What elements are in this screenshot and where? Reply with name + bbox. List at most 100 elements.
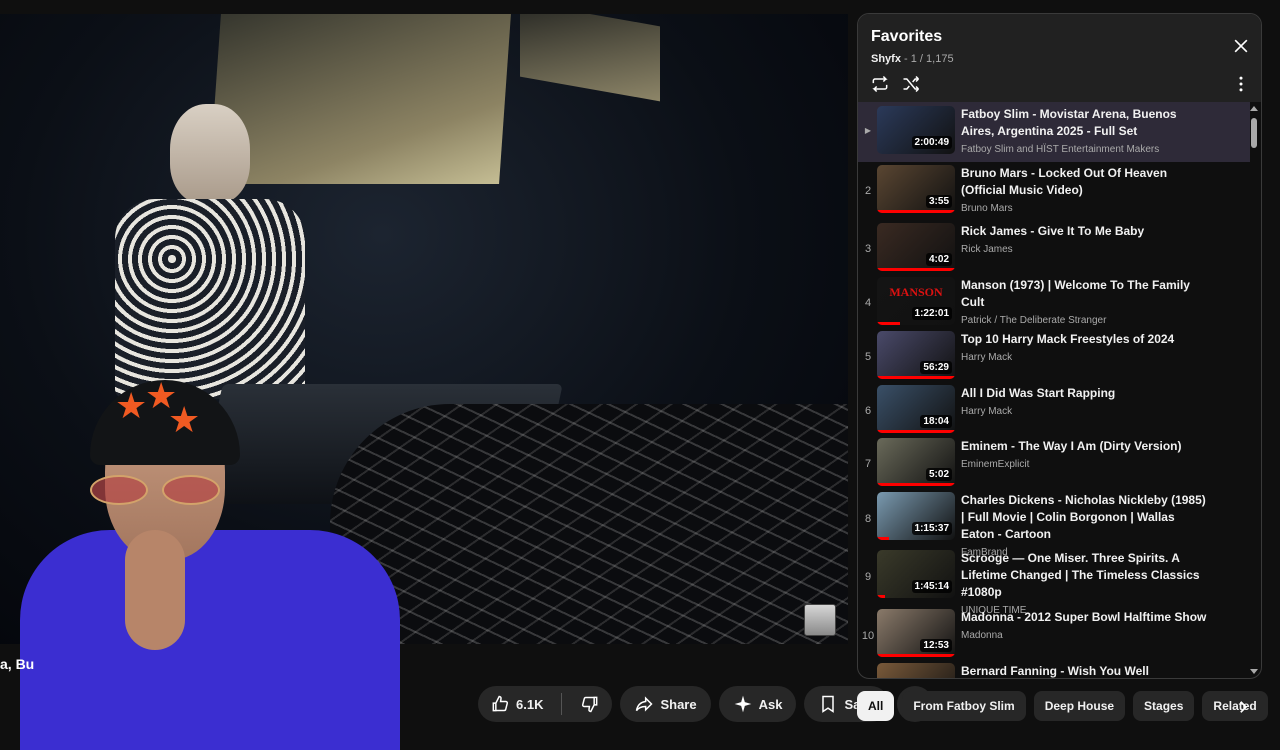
video-title-peek: a, Bu: [0, 656, 35, 672]
playlist-item-index: 7: [864, 458, 872, 470]
playlist-item-channel: Bruno Mars: [961, 203, 1013, 214]
close-icon: [1234, 39, 1248, 53]
playlist-item-info: Charles Dickens - Nicholas Nickleby (198…: [961, 492, 1209, 558]
playlist-item-channel: Patrick / The Deliberate Stranger: [961, 315, 1107, 326]
like-button[interactable]: 6.1K: [478, 686, 555, 722]
share-icon: [636, 696, 654, 712]
playlist-menu-button[interactable]: [1227, 70, 1255, 98]
playlist-item-channel: Fatboy Slim and HÏST Entertainment Maker…: [961, 144, 1160, 155]
like-dislike-group: 6.1K: [478, 686, 613, 722]
playlist-item-info: All I Did Was Start Rapping Harry Mack: [961, 385, 1209, 417]
watch-progress-bar: [877, 537, 889, 540]
dislike-button[interactable]: [568, 686, 612, 722]
playlist-item-title[interactable]: Eminem - The Way I Am (Dirty Version): [961, 438, 1209, 455]
playlist-item-index: 5: [864, 351, 872, 363]
more-vertical-icon: [1239, 76, 1243, 92]
playlist-item-index: 10: [861, 630, 875, 642]
like-count: 6.1K: [516, 696, 544, 712]
playlist-item-info: Bruno Mars - Locked Out Of Heaven (Offic…: [961, 165, 1209, 214]
bookmark-icon: [822, 695, 835, 713]
duration-badge: 12:53: [920, 639, 952, 652]
playlist-item-title[interactable]: Manson (1973) | Welcome To The Family Cu…: [961, 277, 1209, 311]
scrollbar-thumb[interactable]: [1251, 118, 1257, 148]
playlist-item-title[interactable]: Madonna - 2012 Super Bowl Halftime Show: [961, 609, 1209, 626]
playlist-item-title[interactable]: Fatboy Slim - Movistar Arena, Buenos Air…: [961, 106, 1209, 140]
video-thumbnail[interactable]: 1:15:37: [877, 492, 955, 540]
playlist-item-channel: Rick James: [961, 244, 1013, 255]
playlist-item-channel: Madonna: [961, 630, 1003, 641]
playlist-item-info: Eminem - The Way I Am (Dirty Version) Emi…: [961, 438, 1209, 470]
duration-badge: 1:22:01: [911, 307, 952, 320]
chip-stages[interactable]: Stages: [1133, 691, 1195, 721]
video-thumbnail[interactable]: 1:45:14: [877, 550, 955, 598]
thumbs-up-icon: [492, 695, 509, 712]
playlist-title: Favorites: [871, 28, 943, 45]
now-playing-icon: ▶: [864, 126, 872, 135]
share-label: Share: [660, 696, 697, 712]
video-thumbnail[interactable]: 12:53: [877, 609, 955, 657]
watch-progress-bar: [877, 268, 955, 271]
related-chips: All From Fatboy Slim Deep House Stages Relat…: [857, 691, 1268, 721]
playlist-item-title[interactable]: Top 10 Harry Mack Freestyles of 2024: [961, 331, 1209, 348]
video-thumbnail[interactable]: 18:04: [877, 385, 955, 433]
loop-button[interactable]: [866, 70, 894, 98]
video-thumbnail[interactable]: 2:00:49: [877, 106, 955, 154]
duration-badge: 56:29: [920, 361, 952, 374]
playlist-item-title[interactable]: All I Did Was Start Rapping: [961, 385, 1209, 402]
scroll-down-arrow-icon[interactable]: [1250, 669, 1258, 674]
playlist-item-channel: Harry Mack: [961, 352, 1013, 363]
playlist-owner[interactable]: Shyfx: [871, 53, 901, 65]
ask-button[interactable]: Ask: [718, 686, 797, 722]
playlist-item-title[interactable]: Bruno Mars - Locked Out Of Heaven (Offic…: [961, 165, 1209, 199]
playlist-item-info: Scrooge — One Miser. Three Spirits. A Li…: [961, 550, 1209, 616]
playlist-meta: Shyfx - 1 / 1,175: [871, 53, 954, 65]
playlist-item-index: 9: [864, 571, 872, 583]
close-playlist-button[interactable]: [1227, 32, 1255, 60]
watch-progress-bar: [877, 595, 885, 598]
playlist-item-index: 4: [864, 297, 872, 309]
loop-icon: [872, 75, 888, 93]
playlist-item-index: 8: [864, 513, 872, 525]
playlist-panel: Favorites Shyfx - 1 / 1,175 ▶ 2:00:49 Fatb…: [857, 13, 1262, 679]
duration-badge: 1:45:14: [911, 580, 952, 593]
star-icon: ★: [115, 385, 148, 426]
playlist-item-title[interactable]: Scrooge — One Miser. Three Spirits. A Li…: [961, 550, 1209, 601]
stage-cables: [330, 404, 848, 644]
playlist-item-title[interactable]: Bernard Fanning - Wish You Well: [961, 663, 1209, 678]
video-thumbnail[interactable]: [877, 663, 955, 678]
playlist-item-index: 3: [864, 243, 872, 255]
playlist-position: - 1 / 1,175: [900, 53, 954, 65]
playlist-header: Favorites Shyfx - 1 / 1,175: [858, 14, 1261, 102]
chip-deep-house[interactable]: Deep House: [1033, 691, 1126, 721]
chip-from-fatboy-slim[interactable]: From Fatboy Slim: [902, 691, 1026, 721]
video-thumbnail[interactable]: MANSON 1:22:01: [877, 277, 955, 325]
watch-progress-bar: [877, 654, 955, 657]
chip-all[interactable]: All: [857, 691, 895, 721]
video-thumbnail[interactable]: 5:02: [877, 438, 955, 486]
video-thumbnail[interactable]: 3:55: [877, 165, 955, 213]
watch-progress-bar: [877, 376, 955, 379]
streamer-overlay: ★ ★ ★: [20, 378, 400, 750]
playlist-item-channel: Harry Mack: [961, 406, 1013, 417]
duration-badge: 18:04: [920, 415, 952, 428]
dj-figure: [115, 104, 325, 404]
playlist-item-info: Manson (1973) | Welcome To The Family Cu…: [961, 277, 1209, 326]
share-button[interactable]: Share: [620, 686, 711, 722]
chips-next-button[interactable]: [1230, 694, 1256, 720]
playlist-item-info: Rick James - Give It To Me Baby Rick Jame…: [961, 223, 1209, 255]
video-thumbnail[interactable]: 4:02: [877, 223, 955, 271]
playlist-item-title[interactable]: Charles Dickens - Nicholas Nickleby (198…: [961, 492, 1209, 543]
watch-progress-bar: [877, 210, 955, 213]
watch-progress-bar: [877, 483, 955, 486]
duration-badge: 2:00:49: [911, 136, 952, 149]
watch-progress-bar: [877, 322, 901, 325]
video-thumbnail[interactable]: 56:29: [877, 331, 955, 379]
playlist-scrollbar[interactable]: [1250, 106, 1258, 674]
playlist-item-info: Bernard Fanning - Wish You Well: [961, 663, 1209, 678]
webcam-thumbnail: [804, 604, 836, 636]
shuffle-button[interactable]: [897, 70, 925, 98]
ask-label: Ask: [758, 696, 783, 712]
thumbnail-text: MANSON: [889, 285, 943, 299]
scroll-up-arrow-icon[interactable]: [1250, 106, 1258, 111]
playlist-item-title[interactable]: Rick James - Give It To Me Baby: [961, 223, 1209, 240]
